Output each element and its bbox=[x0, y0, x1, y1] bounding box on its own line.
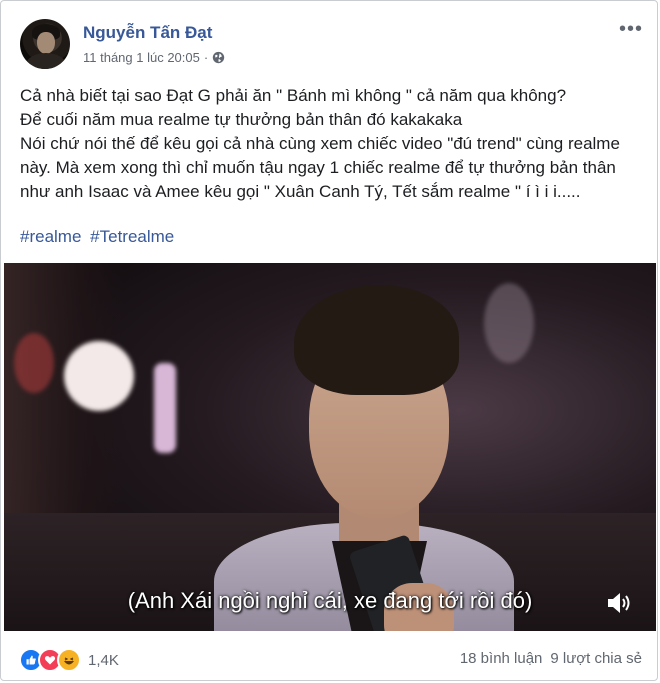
shares-count[interactable]: 9 lượt chia sẻ bbox=[550, 650, 642, 667]
post-text-line: Để cuối năm mua realme tự thưởng bản thâ… bbox=[20, 110, 463, 129]
post-text-line: Cả nhà biết tại sao Đạt G phải ăn " Bánh… bbox=[20, 86, 567, 105]
reaction-count[interactable]: 1,4K bbox=[88, 652, 119, 669]
post-footer: 1,4K 18 bình luận 9 lượt chia sẻ bbox=[1, 631, 657, 680]
author-avatar[interactable] bbox=[20, 19, 70, 69]
post-header: Nguyễn Tấn Đạt 11 tháng 1 lúc 20:05 · ••… bbox=[1, 1, 657, 71]
video-light bbox=[154, 363, 176, 453]
post-text-line: Nói chứ nói thế để kêu gọi cả nhà cùng x… bbox=[20, 134, 620, 201]
volume-icon[interactable] bbox=[606, 590, 634, 616]
video-light bbox=[64, 341, 134, 411]
video-person bbox=[214, 283, 514, 631]
post-meta: 11 tháng 1 lúc 20:05 · bbox=[83, 50, 225, 65]
comments-count[interactable]: 18 bình luận bbox=[460, 650, 543, 667]
globe-icon[interactable] bbox=[212, 51, 225, 64]
hashtag-link[interactable]: #Tetrealme bbox=[90, 227, 174, 246]
more-options-icon[interactable]: ••• bbox=[619, 19, 643, 39]
meta-separator: · bbox=[203, 50, 209, 65]
post-text: Cả nhà biết tại sao Đạt G phải ăn " Bánh… bbox=[20, 84, 645, 204]
author-name[interactable]: Nguyễn Tấn Đạt bbox=[83, 23, 212, 43]
video-subtitle: (Anh Xái ngồi nghỉ cái, xe đang tới rồi … bbox=[127, 588, 533, 613]
reactions-summary[interactable]: 1,4K bbox=[19, 648, 119, 672]
hashtag-link[interactable]: #realme bbox=[20, 227, 81, 246]
hashtags: #realme #Tetrealme bbox=[20, 227, 178, 247]
engagement-stats: 18 bình luận 9 lượt chia sẻ bbox=[460, 650, 642, 667]
post-timestamp[interactable]: 11 tháng 1 lúc 20:05 bbox=[83, 50, 200, 65]
haha-icon bbox=[57, 648, 81, 672]
video-player[interactable]: (Anh Xái ngồi nghỉ cái, xe đang tới rồi … bbox=[4, 263, 656, 631]
video-light bbox=[14, 333, 54, 393]
facebook-post: Nguyễn Tấn Đạt 11 tháng 1 lúc 20:05 · ••… bbox=[0, 0, 658, 681]
